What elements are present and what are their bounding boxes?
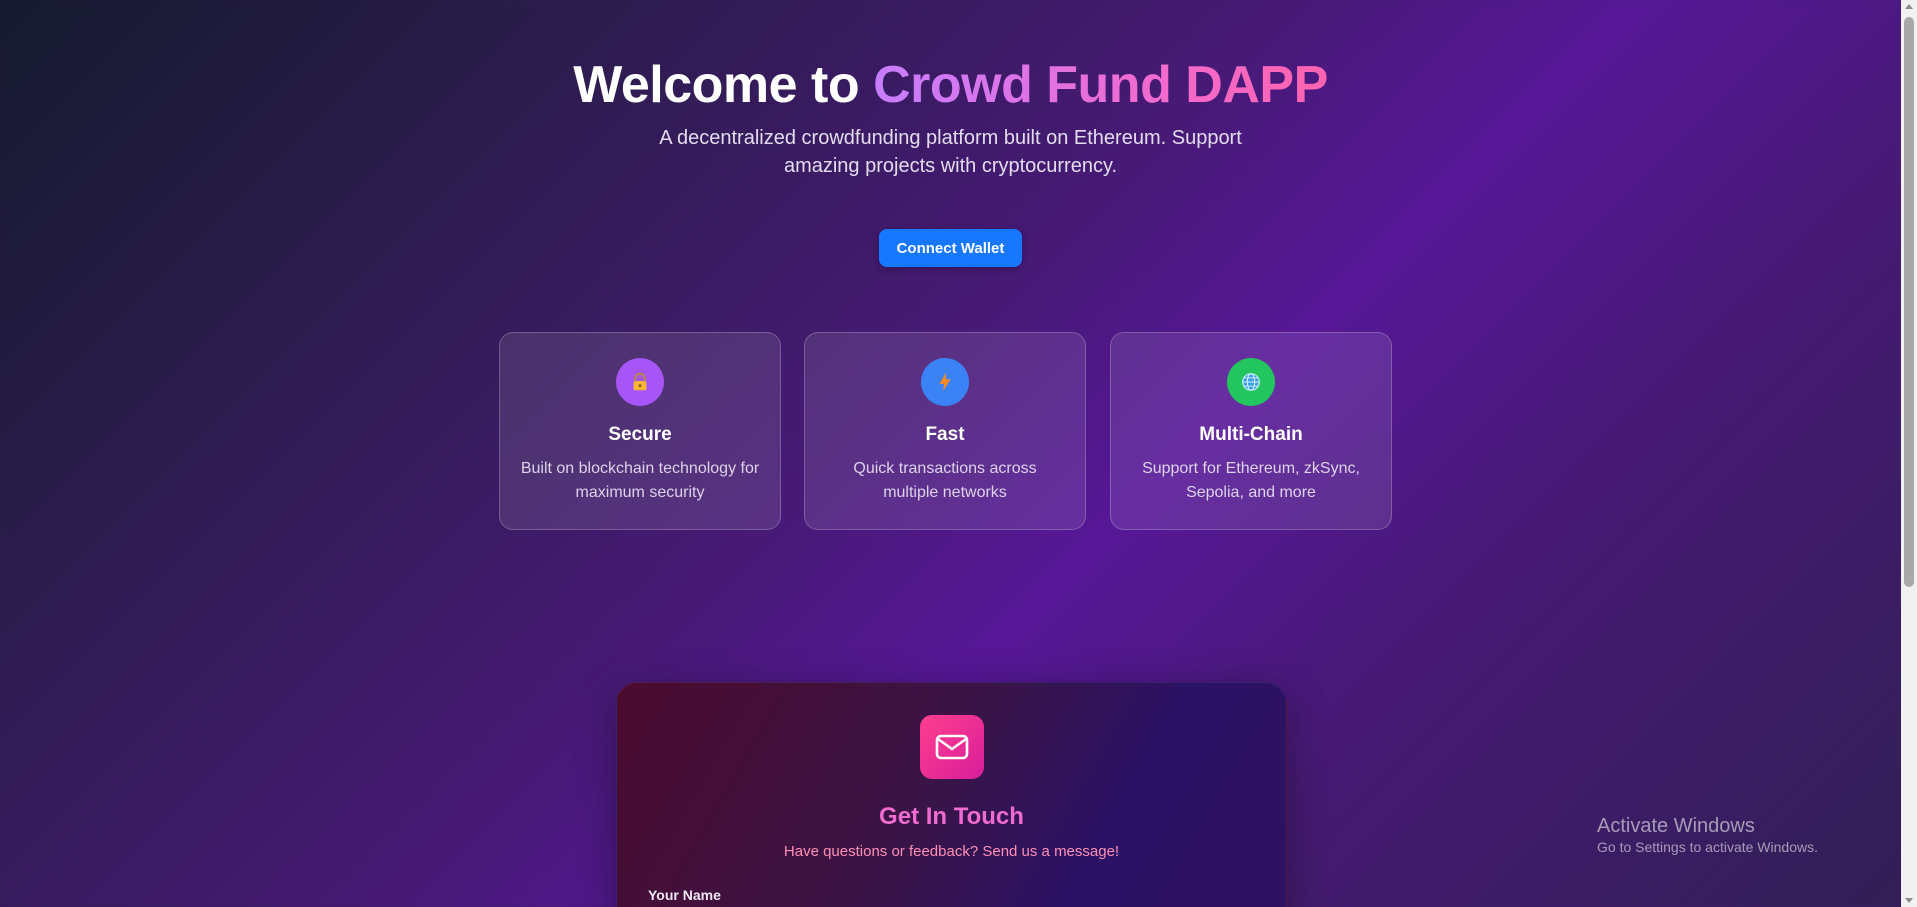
feature-card-secure: Secure Built on blockchain technology fo… [499, 332, 781, 530]
activate-windows-title: Activate Windows [1597, 815, 1755, 837]
feature-title: Secure [608, 424, 672, 445]
mail-icon [920, 715, 984, 779]
contact-title: Get In Touch [879, 803, 1024, 830]
feature-title: Fast [925, 424, 965, 445]
feature-title: Multi-Chain [1199, 424, 1303, 445]
hero-subtitle: A decentralized crowdfunding platform bu… [659, 127, 1242, 177]
landing-page: Welcome to Crowd Fund DAPP A decentraliz… [0, 0, 1901, 907]
contact-subtitle: Have questions or feedback? Send us a me… [783, 843, 1120, 860]
name-field-label: Your Name [648, 887, 721, 903]
lightning-icon [921, 358, 969, 406]
activate-windows-watermark: Activate Windows Go to Settings to activ… [1597, 814, 1818, 856]
vertical-scrollbar[interactable] [1901, 0, 1917, 907]
scroll-up-arrow-icon[interactable] [1905, 4, 1913, 9]
contact-card: Get In Touch Have questions or feedback?… [616, 682, 1287, 907]
connect-wallet-button[interactable]: Connect Wallet [879, 229, 1022, 267]
feature-description: Quick transactions across multiple netwo… [853, 460, 1037, 501]
feature-description: Built on blockchain technology for maxim… [520, 460, 760, 501]
lock-icon [616, 358, 664, 406]
globe-icon [1227, 358, 1275, 406]
feature-card-multi-chain: Multi-Chain Support for Ethereum, zkSync… [1110, 332, 1392, 530]
feature-card-fast: Fast Quick transactions across multiple … [804, 332, 1086, 530]
scroll-down-arrow-icon[interactable] [1905, 898, 1913, 903]
activate-windows-subtitle: Go to Settings to activate Windows. [1597, 839, 1818, 855]
hero-title-prefix: Welcome to [573, 56, 874, 114]
hero-title-accent: Crowd Fund DAPP [873, 56, 1328, 114]
scrollbar-thumb[interactable] [1904, 17, 1914, 587]
hero-title: Welcome to Crowd Fund DAPP [0, 54, 1901, 116]
feature-description: Support for Ethereum, zkSync, Sepolia, a… [1142, 460, 1360, 501]
